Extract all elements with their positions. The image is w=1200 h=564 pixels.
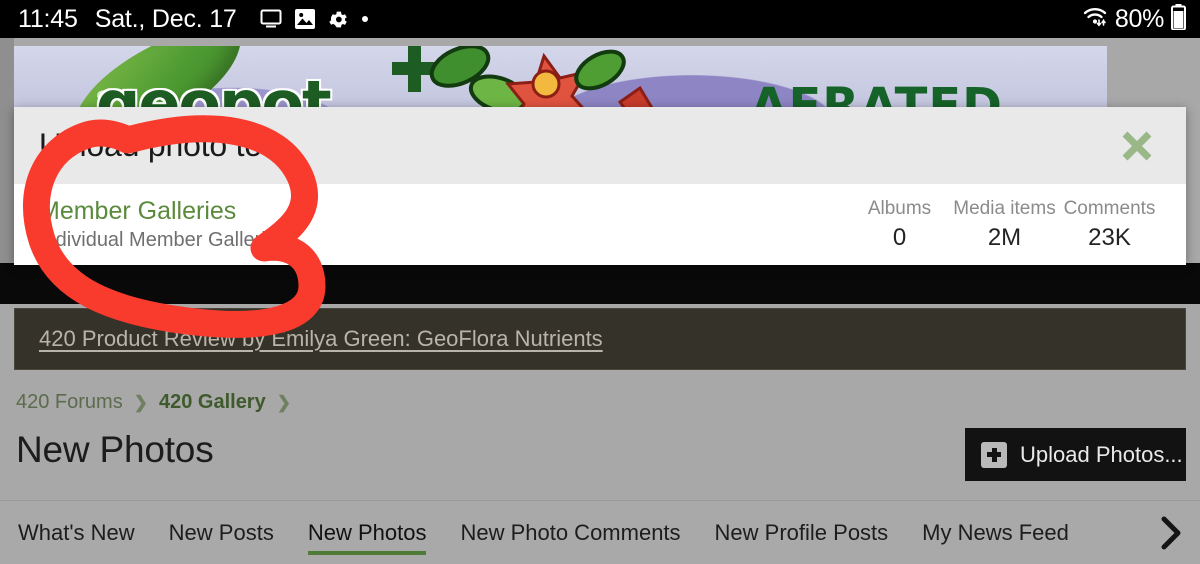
cast-screen-icon	[260, 9, 282, 29]
stat-label: Media items	[953, 197, 1056, 219]
tab-label: My News Feed	[922, 520, 1069, 545]
wifi-icon	[1082, 6, 1108, 32]
stat-label: Albums	[867, 197, 932, 219]
status-bar-right: 80%	[1082, 3, 1186, 35]
breadcrumb: 420 Forums ❯ 420 Gallery ❯	[16, 391, 291, 414]
stat-media-items: Media items 2M	[952, 198, 1057, 252]
tab-bar: What's New New Posts New Photos New Phot…	[0, 500, 1200, 564]
notice-link[interactable]: 420 Product Review by Emilya Green: GeoF…	[39, 326, 603, 352]
android-status-bar: 11:45 Sat., Dec. 17 80%	[0, 0, 1200, 38]
modal-scrim-band	[0, 263, 1200, 304]
tabs-overflow-chevron-right-icon[interactable]	[1142, 501, 1200, 564]
screen: geopot AERATED 420 Product Review by Emi	[0, 0, 1200, 564]
stat-label: Comments	[1063, 197, 1156, 219]
stat-value: 23K	[1088, 223, 1131, 251]
notice-bar[interactable]: 420 Product Review by Emilya Green: GeoF…	[14, 308, 1186, 370]
tab-label: New Posts	[168, 520, 274, 545]
upload-photos-button-label: Upload Photos...	[1020, 441, 1183, 467]
tab-label: What's New	[18, 520, 135, 545]
status-bar-date: Sat., Dec. 17	[94, 4, 237, 33]
battery-percent-label: 80%	[1114, 4, 1164, 33]
stat-value: 2M	[987, 223, 1022, 251]
battery-icon	[1171, 3, 1186, 35]
chevron-right-icon: ❯	[133, 392, 148, 412]
tab-whats-new[interactable]: What's New	[0, 501, 152, 564]
tab-new-profile-posts[interactable]: New Profile Posts	[698, 501, 906, 564]
gear-icon	[328, 9, 349, 30]
gallery-option-texts: Member Galleries Individual Member Galle…	[39, 197, 287, 252]
tab-new-posts[interactable]: New Posts	[152, 501, 291, 564]
tab-new-photos[interactable]: New Photos	[291, 501, 444, 564]
gallery-option-stats: Albums 0 Media items 2M Comments 23K	[847, 198, 1162, 252]
dialog-title: Upload photo to...	[39, 127, 289, 163]
gallery-option-title: Member Galleries	[39, 197, 237, 225]
chevron-right-icon: ❯	[276, 392, 291, 412]
gallery-option-member-galleries[interactable]: Member Galleries Individual Member Galle…	[14, 184, 1186, 265]
status-bar-clock: 11:45	[18, 4, 78, 33]
plus-square-icon	[981, 441, 1007, 468]
stat-value: 0	[892, 223, 907, 251]
breadcrumb-item-gallery[interactable]: 420 Gallery	[159, 391, 266, 414]
tab-my-news-feed[interactable]: My News Feed	[905, 501, 1086, 564]
upload-photos-button[interactable]: Upload Photos...	[965, 428, 1186, 481]
dialog-header: Upload photo to...	[14, 107, 1186, 184]
tab-label: New Photos	[307, 520, 427, 545]
stat-comments: Comments 23K	[1057, 198, 1162, 252]
close-icon[interactable]	[1110, 119, 1164, 173]
upload-photo-dialog: Upload photo to... Member Galleries Indi…	[14, 107, 1186, 265]
tab-new-photo-comments[interactable]: New Photo Comments	[443, 501, 697, 564]
breadcrumb-item-forums[interactable]: 420 Forums	[16, 391, 123, 414]
status-bar-icons	[260, 9, 368, 30]
stat-albums: Albums 0	[847, 198, 952, 252]
page-title: New Photos	[16, 429, 214, 470]
status-bar-left: 11:45 Sat., Dec. 17	[18, 5, 368, 34]
photo-icon	[294, 9, 315, 29]
tab-label: New Profile Posts	[714, 520, 889, 545]
dot-icon	[361, 16, 368, 22]
gallery-option-subtitle: Individual Member Galleries	[39, 229, 287, 251]
tab-label: New Photo Comments	[460, 520, 681, 545]
